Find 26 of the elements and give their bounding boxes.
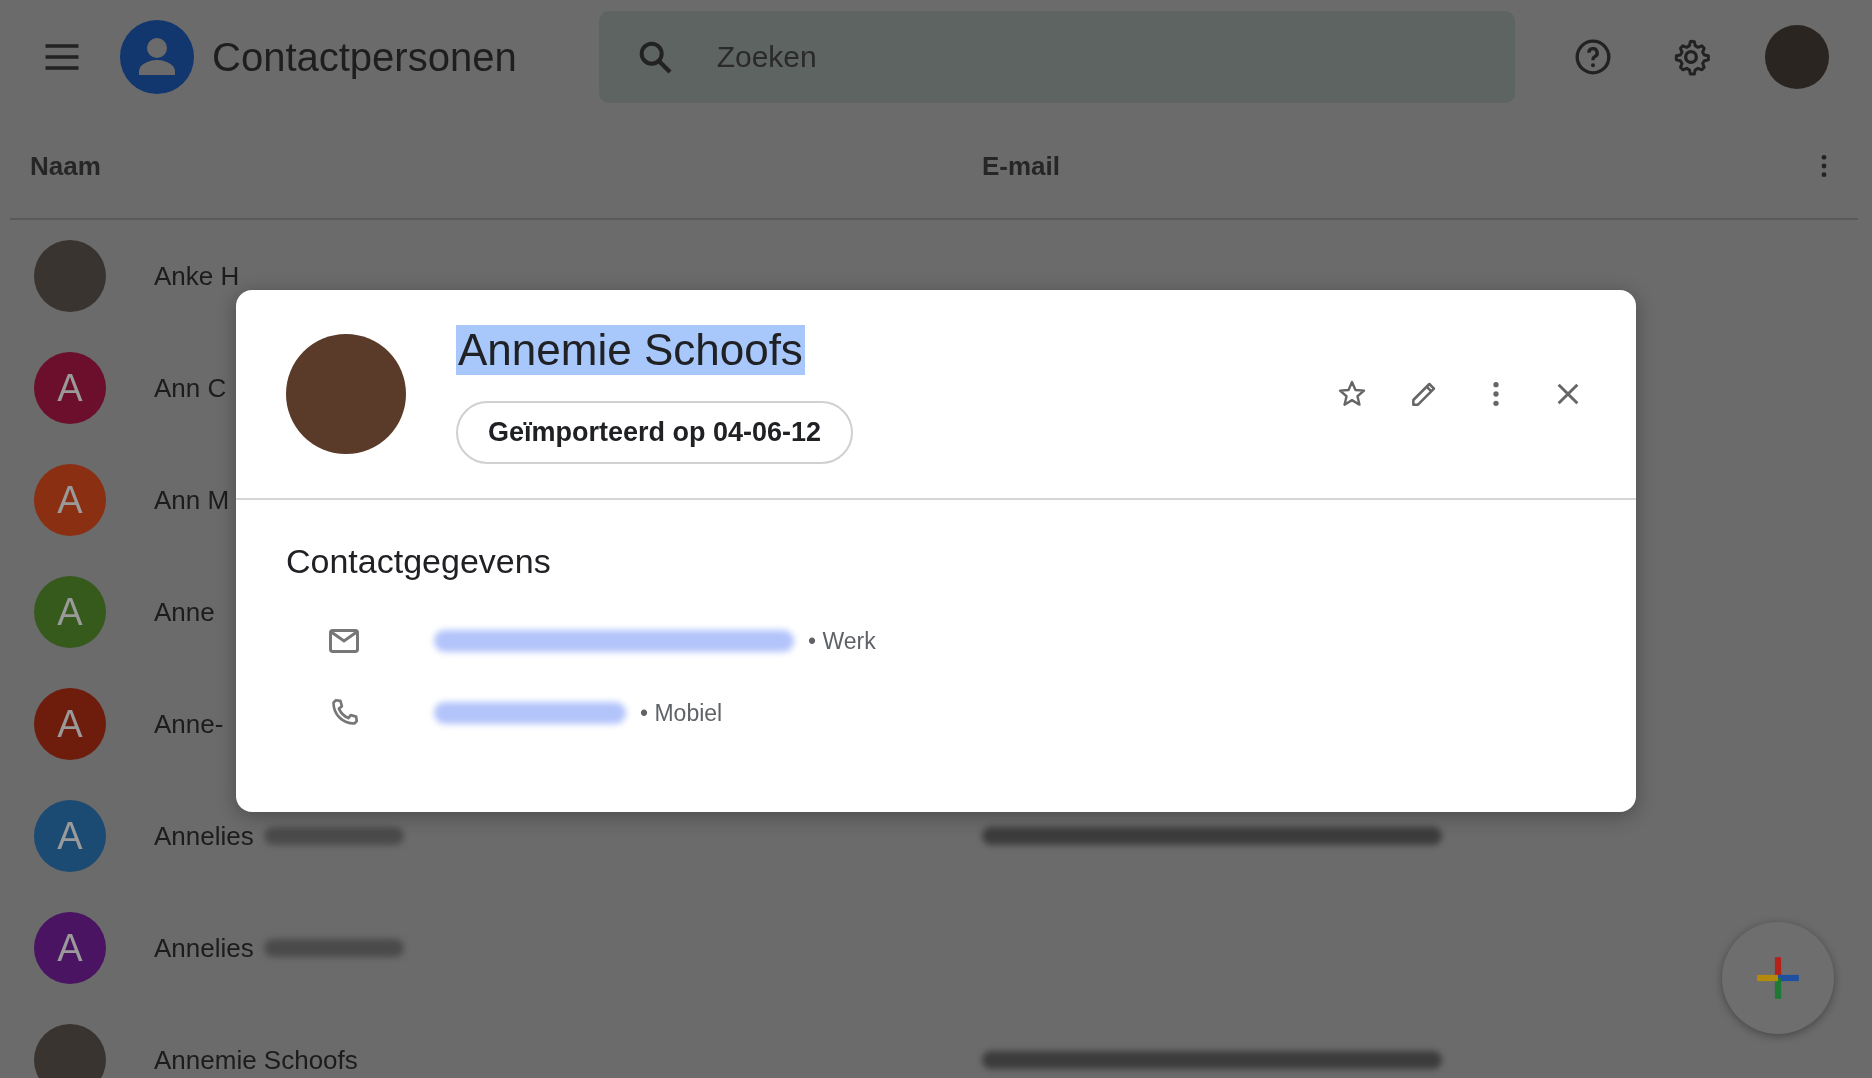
contact-name[interactable]: Annelies xyxy=(154,932,254,964)
section-title: Contactgegevens xyxy=(286,542,552,581)
search-field[interactable]: Zoeken xyxy=(598,11,1515,103)
column-header[interactable]: Naam xyxy=(30,150,982,182)
detail-type-label: • Mobiel xyxy=(640,699,723,727)
letter-avatar: A xyxy=(34,576,106,648)
letter-avatar: A xyxy=(34,464,106,536)
contact-name[interactable]: Annelies xyxy=(154,820,254,852)
letter-avatar: A xyxy=(34,800,106,872)
contact-name[interactable]: Annemie Schoofs xyxy=(154,1044,358,1076)
contact-name[interactable]: Anne- xyxy=(154,708,224,740)
contact-name[interactable]: Anke H xyxy=(154,260,240,292)
letter-avatar: A xyxy=(34,352,106,424)
import-label-chip[interactable]: Geïmporteerd op 04-06-12 xyxy=(456,400,854,464)
app-title: Contactpersonen xyxy=(212,34,517,80)
contact-name[interactable]: Ann C xyxy=(154,372,227,404)
letter-avatar: A xyxy=(34,688,106,760)
column-header[interactable]: E-mail xyxy=(982,150,1820,182)
contact-name[interactable]: Ann M xyxy=(154,484,230,516)
letter-avatar: A xyxy=(34,912,106,984)
detail-type-label: • Werk xyxy=(808,627,876,655)
contact-name[interactable]: Anne xyxy=(154,596,215,628)
more-vertical-icon[interactable] xyxy=(1820,153,1828,179)
contact-name-heading: Annemie Schoofs xyxy=(456,324,805,375)
person-logo-icon xyxy=(120,20,194,94)
contact-photo xyxy=(34,1024,106,1078)
